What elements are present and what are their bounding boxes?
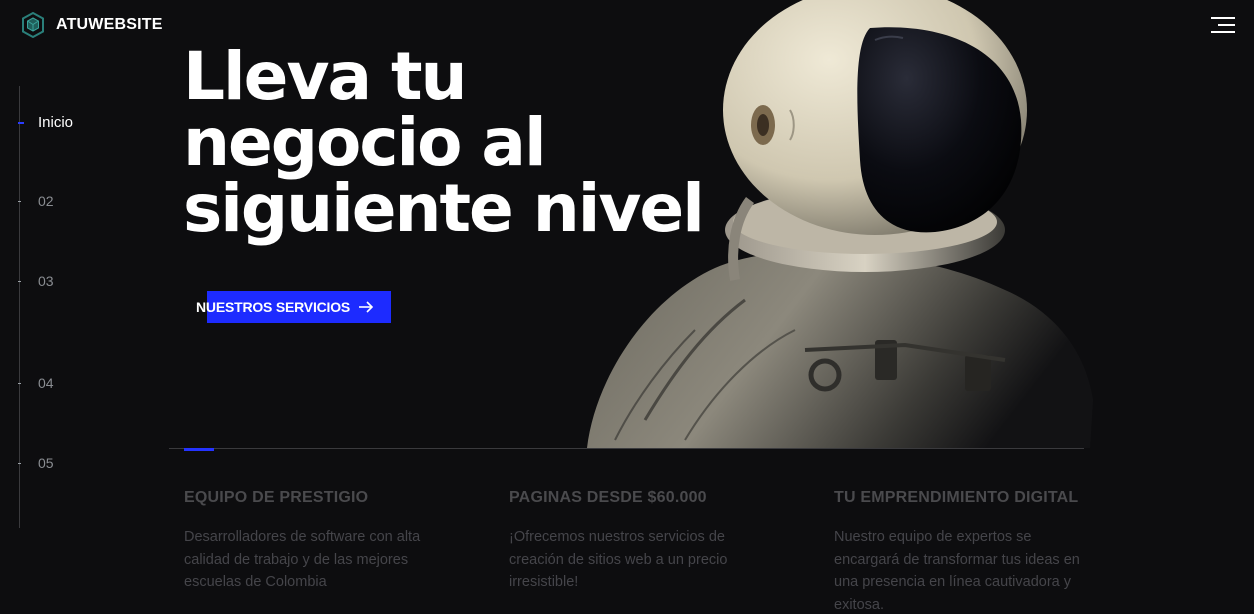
cube-logo-icon — [22, 12, 44, 38]
side-nav-item-04[interactable]: 04 — [18, 375, 54, 391]
side-nav-item-05[interactable]: 05 — [18, 455, 54, 471]
side-nav-dot — [18, 200, 21, 202]
services-button-label: NUESTROS SERVICIOS — [196, 299, 351, 315]
brand-logo[interactable]: ATUWEBSITE — [22, 12, 163, 38]
side-nav-item-inicio[interactable]: Inicio — [18, 114, 73, 131]
progress-indicator — [184, 448, 214, 451]
section-divider — [169, 448, 1084, 449]
side-nav-label: 04 — [38, 375, 54, 391]
hero-title: Lleva tu negocio al siguiente nivel — [183, 44, 743, 242]
feature-card: TU EMPRENDIMIENTO DIGITAL Nuestro equipo… — [834, 489, 1084, 614]
feature-title: PAGINAS DESDE $60.000 — [509, 489, 707, 506]
side-nav-dot — [18, 382, 21, 384]
feature-card: PAGINAS DESDE $60.000 ¡Ofrecemos nuestro… — [509, 489, 759, 594]
services-button[interactable]: NUESTROS SERVICIOS — [196, 291, 374, 323]
feature-text: Nuestro equipo de expertos se encargará … — [834, 529, 1080, 613]
side-nav-dot — [18, 462, 21, 464]
side-nav-label: 03 — [38, 273, 54, 289]
side-nav-label: Inicio — [38, 114, 74, 131]
feature-text: ¡Ofrecemos nuestros servicios de creació… — [509, 529, 728, 590]
side-nav-dot — [18, 121, 24, 124]
feature-title: EQUIPO DE PRESTIGIO — [184, 489, 369, 506]
hero-title-line: siguiente nivel — [183, 170, 705, 247]
feature-text: Desarrolladores de software con alta cal… — [184, 529, 421, 590]
feature-card: EQUIPO DE PRESTIGIO Desarrolladores de s… — [184, 489, 444, 594]
side-nav-label: 02 — [38, 193, 54, 209]
side-nav-dot — [18, 280, 21, 282]
hero-title-line: negocio al — [183, 104, 547, 181]
hamburger-menu-icon[interactable] — [1211, 16, 1235, 34]
side-nav-item-02[interactable]: 02 — [18, 193, 54, 209]
hero-title-line: Lleva tu — [183, 38, 468, 115]
brand-name: ATUWEBSITE — [56, 16, 163, 33]
side-nav-item-03[interactable]: 03 — [18, 273, 54, 289]
arrow-right-icon — [359, 301, 374, 313]
side-nav-label: 05 — [38, 455, 54, 471]
feature-title: TU EMPRENDIMIENTO DIGITAL — [834, 489, 1079, 506]
